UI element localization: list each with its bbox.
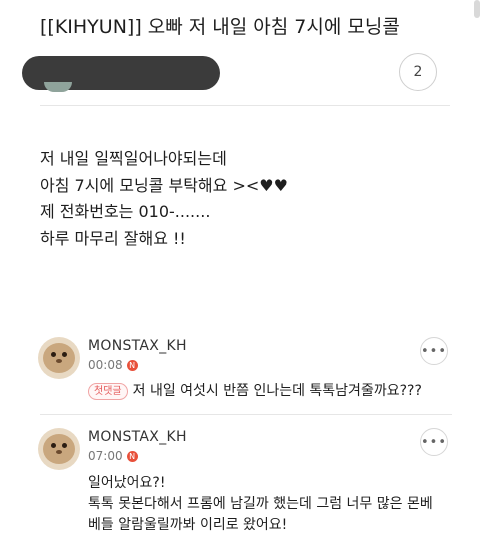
more-horizontal-icon: ••• xyxy=(421,434,448,450)
more-horizontal-icon: ••• xyxy=(421,343,448,359)
comment-author[interactable]: MONSTAX_KH xyxy=(88,338,187,354)
post-title: [[KIHYUN]] 오빠 저 내일 아침 7시에 모닝콜 xyxy=(40,16,400,38)
new-indicator-icon: N xyxy=(126,360,138,371)
comment-text-line: 톡톡 못본다해서 프롬에 남길까 했는데 그럼 너무 많은 몬베 xyxy=(88,496,433,512)
comment-time: 07:00 xyxy=(88,449,123,463)
post-body: 저 내일 일찍일어나야되는데 아침 7시에 모닝콜 부탁해요 ><♥♥ 제 전화… xyxy=(40,146,460,252)
first-comment-badge: 첫댓글 xyxy=(88,383,128,400)
comment-count-button[interactable]: 2 xyxy=(399,53,437,91)
author-avatar xyxy=(44,82,72,92)
comment-author[interactable]: MONSTAX_KH xyxy=(88,429,187,445)
post-body-line: 저 내일 일찍일어나야되는데 xyxy=(40,149,227,168)
comment-text-row: 첫댓글 저 내일 여섯시 반쯤 인나는데 톡톡남겨줄까요??? xyxy=(88,381,422,401)
comment-more-button[interactable]: ••• xyxy=(420,428,448,456)
comment-time-row: 00:08 N xyxy=(88,358,138,372)
comment-time: 00:08 xyxy=(88,358,123,372)
scrollbar[interactable] xyxy=(474,0,480,18)
comment-avatar[interactable] xyxy=(38,428,80,470)
comment-text-line: 일어났어요?! xyxy=(88,475,166,491)
post-body-line: 제 전화번호는 010-....... xyxy=(40,202,211,221)
comment-text-line: 저 내일 여섯시 반쯤 인나는데 톡톡남겨줄까요??? xyxy=(132,383,422,399)
comment-more-button[interactable]: ••• xyxy=(420,337,448,365)
post-body-line: 하루 마무리 잘해요 !! xyxy=(40,228,186,248)
post-body-line: 아침 7시에 모닝콜 부탁해요 ><♥♥ xyxy=(40,175,288,195)
comment-text-line: 베들 알람울릴까봐 이리로 왔어요! xyxy=(88,517,288,533)
comment-time-row: 07:00 N xyxy=(88,449,138,463)
comment-divider xyxy=(40,414,452,415)
new-indicator-icon: N xyxy=(126,451,138,462)
header-divider xyxy=(40,105,450,106)
comment-avatar[interactable] xyxy=(38,337,80,379)
